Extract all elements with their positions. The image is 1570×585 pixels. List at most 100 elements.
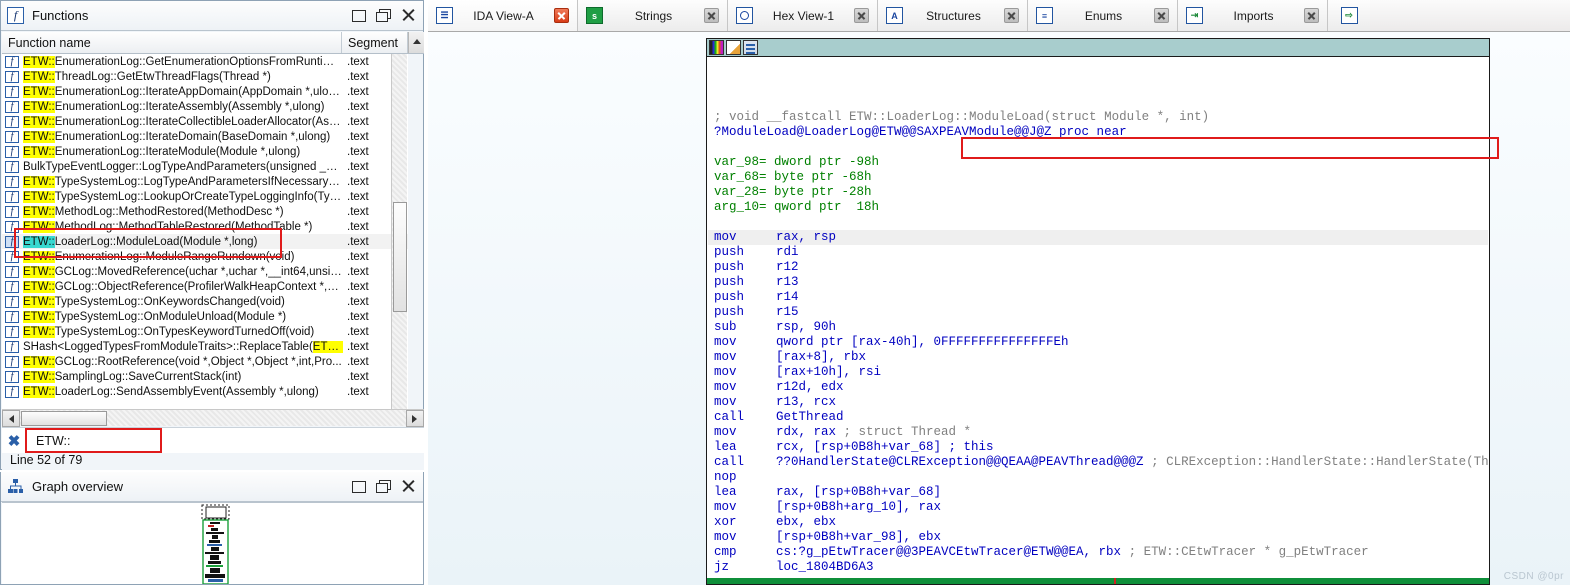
function-name-cell: BulkTypeEventLogger::LogTypeAndParameter… xyxy=(23,160,343,173)
graph-overview-titlebar: Graph overview xyxy=(1,472,423,502)
function-f-icon: f xyxy=(5,220,19,233)
tab-enums[interactable]: ≡ Enums xyxy=(1028,0,1178,31)
code-line: push r14 xyxy=(714,290,799,304)
table-row[interactable]: f ETW::LoaderLog::SendAssemblyEvent(Assem… xyxy=(2,384,408,399)
table-row[interactable]: f ETW::ThreadLog::GetEtwThreadFlags(Threa… xyxy=(2,69,408,84)
functions-filter-bar[interactable]: ✖ xyxy=(2,427,424,453)
table-row[interactable]: f ETW::EnumerationLog::IterateModule(Modu… xyxy=(2,144,408,159)
tab-close-icon[interactable] xyxy=(554,8,569,23)
tab-structures[interactable]: A Structures xyxy=(878,0,1028,31)
scroll-left-button[interactable] xyxy=(2,410,20,427)
graph-overview-title: Graph overview xyxy=(32,479,124,494)
maximize-icon[interactable] xyxy=(350,478,367,495)
functions-column-header[interactable]: Function name Segment xyxy=(2,32,424,54)
function-f-icon: f xyxy=(5,100,19,113)
graph-view-panel[interactable]: ; void __fastcall ETW::LoaderLog::Module… xyxy=(706,38,1499,585)
functions-window: f Functions Function name Segment f ETW::… xyxy=(0,0,424,470)
table-row[interactable]: f ETW::EnumerationLog::IterateDomain(Base… xyxy=(2,129,408,144)
tab-close-icon[interactable] xyxy=(854,8,869,23)
table-row[interactable]: f ETW::TypeSystemLog::OnTypesKeywordTurne… xyxy=(2,324,408,339)
table-row[interactable]: f ETW::TypeSystemLog::OnKeywordsChanged(v… xyxy=(2,294,408,309)
table-row[interactable]: f ETW::EnumerationLog::IterateAppDomain(A… xyxy=(2,84,408,99)
code-line: var_28= byte ptr -28h xyxy=(714,185,872,199)
search-input[interactable] xyxy=(26,429,424,452)
graph-overview-window: Graph overview xyxy=(0,472,424,585)
code-line: lea rax, [rsp+0B8h+var_68] xyxy=(714,485,942,499)
table-row[interactable]: f ETW::EnumerationLog::IterateAssembly(As… xyxy=(2,99,408,114)
table-row[interactable]: f ETW::LoaderLog::ModuleLoad(Module *,lon… xyxy=(2,234,408,249)
tab-ida-view-a[interactable]: ☰ IDA View-A xyxy=(428,0,578,31)
functions-horizontal-scrollbar[interactable] xyxy=(2,409,424,427)
code-line: ; void __fastcall ETW::LoaderLog::Module… xyxy=(714,110,1210,124)
disassembly-code[interactable]: ; void __fastcall ETW::LoaderLog::Module… xyxy=(708,58,1488,583)
function-f-icon: f xyxy=(5,55,19,68)
table-row[interactable]: f ETW::MethodLog::MethodRestored(MethodDe… xyxy=(2,204,408,219)
function-f-icon: f xyxy=(5,190,19,203)
clear-filter-icon[interactable]: ✖ xyxy=(2,432,26,450)
scroll-up-button[interactable] xyxy=(408,32,424,53)
table-row[interactable]: f ETW::EnumerationLog::IterateCollectible… xyxy=(2,114,408,129)
tab-strings[interactable]: s Strings xyxy=(578,0,728,31)
ida-view-a-panel[interactable]: ; void __fastcall ETW::LoaderLog::Module… xyxy=(428,32,1570,585)
table-row[interactable]: f ETW::EnumerationLog::ModuleRangeRundown… xyxy=(2,249,408,264)
graph-overview-thumbnail[interactable] xyxy=(2,502,423,584)
function-f-icon: f xyxy=(5,280,19,293)
tab-close-icon[interactable] xyxy=(1154,8,1169,23)
code-line: jz loc_1804BD6A3 xyxy=(714,560,874,574)
table-row[interactable]: f ETW::GCLog::RootReference(void *,Object… xyxy=(2,354,408,369)
column-header-function-name[interactable]: Function name xyxy=(2,32,342,53)
function-f-icon: f xyxy=(5,145,19,158)
imports-icon: ⇥ xyxy=(1186,7,1203,24)
code-line: arg_10= qword ptr 18h xyxy=(714,200,880,214)
table-row[interactable]: f SHash<LoggedTypesFromModuleTraits>::Rep… xyxy=(2,339,408,354)
column-header-segment[interactable]: Segment xyxy=(342,32,408,53)
table-row[interactable]: f ETW::TypeSystemLog::LogTypeAndParameter… xyxy=(2,174,408,189)
tab-label: Strings xyxy=(634,8,673,23)
table-row[interactable]: f ETW::SamplingLog::SaveCurrentStack(int)… xyxy=(2,369,408,384)
restore-icon[interactable] xyxy=(375,7,392,24)
scrollbar-thumb[interactable] xyxy=(393,202,407,312)
tab-label: Structures xyxy=(926,8,981,23)
tab-close-icon[interactable] xyxy=(704,8,719,23)
code-line: mov [rsp+0B8h+arg_10], rax xyxy=(714,500,942,514)
tab-hex-view-1[interactable]: Hex View-1 xyxy=(728,0,878,31)
table-row[interactable]: f ETW::GCLog::MovedReference(uchar *,ucha… xyxy=(2,264,408,279)
table-row[interactable]: f ETW::EnumerationLog::GetEnumerationOpti… xyxy=(2,54,408,69)
table-row[interactable]: f ETW::MethodLog::MethodTableRestored(Met… xyxy=(2,219,408,234)
function-name-cell: ETW::GCLog::RootReference(void *,Object … xyxy=(23,355,342,368)
function-name-cell: ETW::SamplingLog::SaveCurrentStack(int) xyxy=(23,370,242,383)
function-name-cell: ETW::LoaderLog::ModuleLoad(Module *,long… xyxy=(23,235,258,248)
graph-overview-icon xyxy=(7,478,24,495)
hex-view-icon xyxy=(736,7,753,24)
table-row[interactable]: f ETW::GCLog::ObjectReference(ProfilerWal… xyxy=(2,279,408,294)
functions-vertical-scrollbar[interactable] xyxy=(391,54,407,409)
function-f-icon: f xyxy=(5,70,19,83)
maximize-icon[interactable] xyxy=(350,7,367,24)
tab-imports[interactable]: ⇥ Imports xyxy=(1178,0,1328,31)
hscrollbar-thumb[interactable] xyxy=(21,411,107,426)
tab-close-icon[interactable] xyxy=(1004,8,1019,23)
graph-view-toolbar[interactable] xyxy=(707,39,1489,57)
graph-layout-icon[interactable] xyxy=(743,40,758,55)
function-f-icon: f xyxy=(5,325,19,338)
tab-overflow-button[interactable]: ⇨ xyxy=(1328,0,1370,31)
tab-label: IDA View-A xyxy=(473,8,534,23)
scroll-right-button[interactable] xyxy=(406,410,424,427)
restore-icon[interactable] xyxy=(375,478,392,495)
color-palette-icon[interactable] xyxy=(709,40,724,55)
close-icon[interactable] xyxy=(400,7,417,24)
functions-list[interactable]: f ETW::EnumerationLog::GetEnumerationOpti… xyxy=(2,54,408,409)
function-f-icon: f xyxy=(5,85,19,98)
code-line: nop xyxy=(714,470,737,484)
close-icon[interactable] xyxy=(400,478,417,495)
table-row[interactable]: f ETW::TypeSystemLog::LookupOrCreateTypeL… xyxy=(2,189,408,204)
edit-pencil-icon[interactable] xyxy=(726,40,741,55)
function-name-cell: ETW::MethodLog::MethodRestored(MethodDes… xyxy=(23,205,284,218)
table-row[interactable]: f ETW::TypeSystemLog::OnModuleUnload(Modu… xyxy=(2,309,408,324)
table-row[interactable]: f BulkTypeEventLogger::LogTypeAndParamete… xyxy=(2,159,408,174)
code-line: ?ModuleLoad@LoaderLog@ETW@@SAXPEAVModule… xyxy=(714,125,1127,139)
functions-window-titlebar: f Functions xyxy=(1,1,423,31)
view-tab-bar[interactable]: ☰ IDA View-A s Strings Hex View-1 A Structures… xyxy=(428,0,1570,32)
tab-close-icon[interactable] xyxy=(1304,8,1319,23)
